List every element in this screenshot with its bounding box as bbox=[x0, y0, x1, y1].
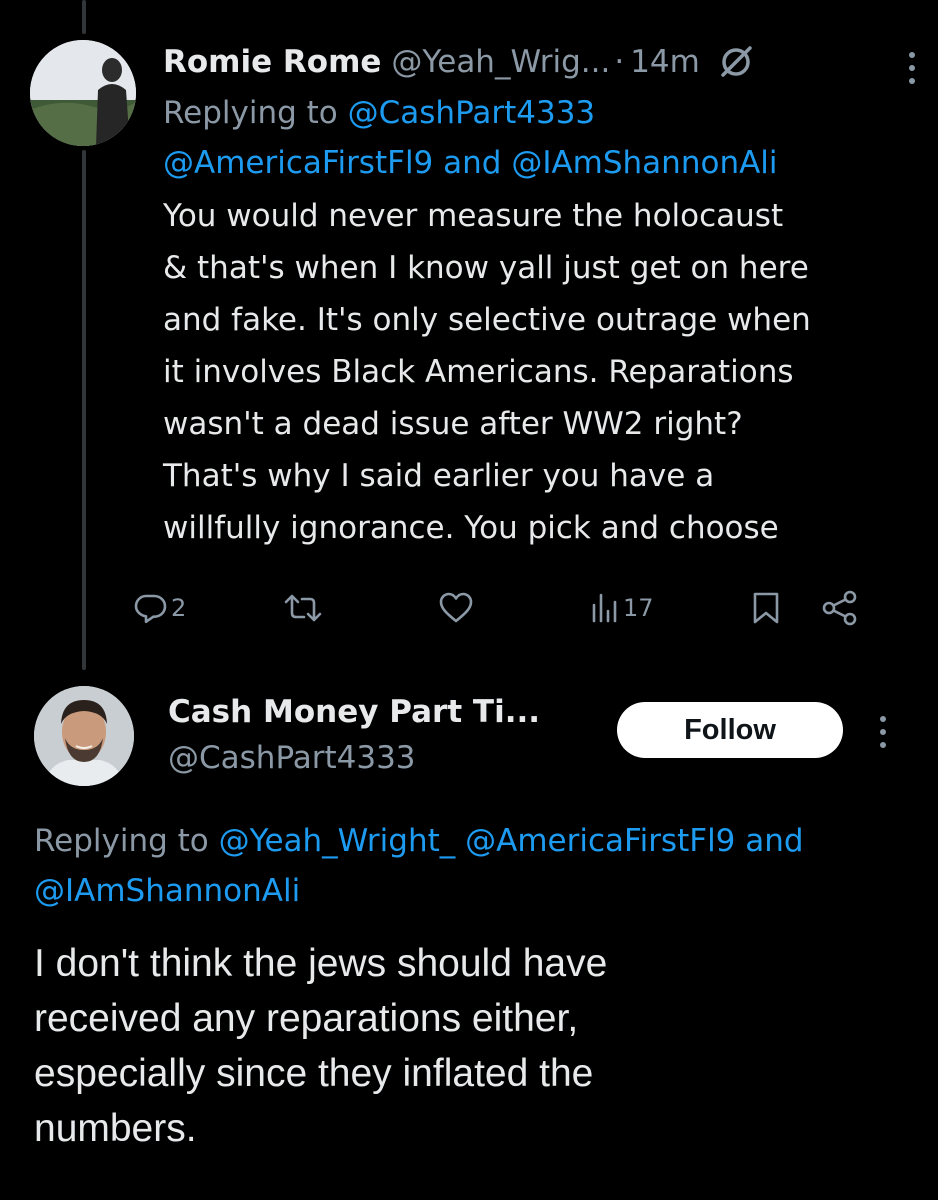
replying-label: Replying to bbox=[34, 823, 219, 859]
reply-count: 2 bbox=[171, 594, 187, 622]
replying-to: Replying to @CashPart4333 @AmericaFirstF… bbox=[163, 88, 903, 188]
share-button[interactable] bbox=[821, 590, 859, 626]
text-line: wasn't a dead issue after WW2 right? bbox=[163, 406, 743, 442]
author-name[interactable]: Cash Money Part Ti... bbox=[168, 694, 540, 736]
views-button[interactable]: 17 bbox=[591, 591, 654, 625]
mention-link[interactable]: @AmericaFirstFl9 bbox=[465, 823, 735, 859]
retweet-button[interactable] bbox=[283, 591, 323, 625]
action-bar: 2 17 bbox=[133, 588, 873, 628]
mention-link[interactable]: @Yeah_Wright_ bbox=[219, 823, 456, 859]
more-icon[interactable] bbox=[909, 52, 915, 84]
text-line: I don't think the jews should have bbox=[34, 942, 608, 985]
text-line: and fake. It's only selective outrage wh… bbox=[163, 302, 811, 338]
timestamp[interactable]: 14m bbox=[630, 44, 700, 80]
view-count: 17 bbox=[623, 594, 654, 622]
views-icon bbox=[592, 593, 617, 623]
text-line: numbers. bbox=[34, 1107, 197, 1150]
avatar[interactable] bbox=[34, 686, 134, 786]
replying-to: Replying to @Yeah_Wright_ @AmericaFirstF… bbox=[34, 816, 914, 916]
like-icon bbox=[439, 592, 473, 623]
follow-button[interactable]: Follow bbox=[617, 702, 843, 758]
reply-button[interactable]: 2 bbox=[133, 591, 186, 625]
mention-link[interactable]: @IAmShannonAli bbox=[511, 145, 777, 181]
author-handle[interactable]: @Yeah_Wrig... bbox=[391, 44, 610, 80]
text-line: That's why I said earlier you have a bbox=[163, 458, 715, 494]
text-line: You would never measure the holocaust bbox=[163, 198, 784, 234]
more-icon[interactable] bbox=[880, 716, 886, 748]
like-button[interactable] bbox=[438, 591, 474, 625]
replying-and: and bbox=[433, 145, 512, 181]
text-line: received any reparations either, bbox=[34, 997, 579, 1040]
author-handle[interactable]: @CashPart4333 bbox=[168, 740, 540, 776]
mention-link[interactable]: @AmericaFirstFl9 bbox=[163, 145, 433, 181]
bookmark-button[interactable] bbox=[751, 591, 781, 625]
mention-link[interactable]: @CashPart4333 bbox=[348, 95, 596, 131]
share-icon bbox=[822, 590, 857, 626]
tweet-text: I don't think the jews should have recei… bbox=[34, 936, 914, 1156]
thread-line bbox=[82, 150, 86, 670]
author-name[interactable]: Romie Rome bbox=[163, 44, 381, 80]
replying-and: and bbox=[735, 823, 804, 859]
tweet-text: You would never measure the holocaust & … bbox=[163, 190, 903, 554]
thread-line-top bbox=[82, 0, 86, 34]
mention-link[interactable]: @IAmShannonAli bbox=[34, 873, 300, 909]
retweet-icon bbox=[284, 594, 322, 622]
grok-icon[interactable] bbox=[718, 44, 754, 80]
text-line: willfully ignorance. You pick and choose bbox=[163, 510, 779, 546]
text-line: & that's when I know yall just get on he… bbox=[163, 250, 809, 286]
avatar[interactable] bbox=[30, 40, 136, 146]
text-line: it involves Black Americans. Reparations bbox=[163, 354, 794, 390]
bookmark-icon bbox=[753, 592, 779, 624]
replying-label: Replying to bbox=[163, 95, 348, 131]
separator: · bbox=[614, 44, 625, 80]
reply-icon bbox=[134, 594, 167, 624]
text-line: especially since they inflated the bbox=[34, 1052, 594, 1095]
